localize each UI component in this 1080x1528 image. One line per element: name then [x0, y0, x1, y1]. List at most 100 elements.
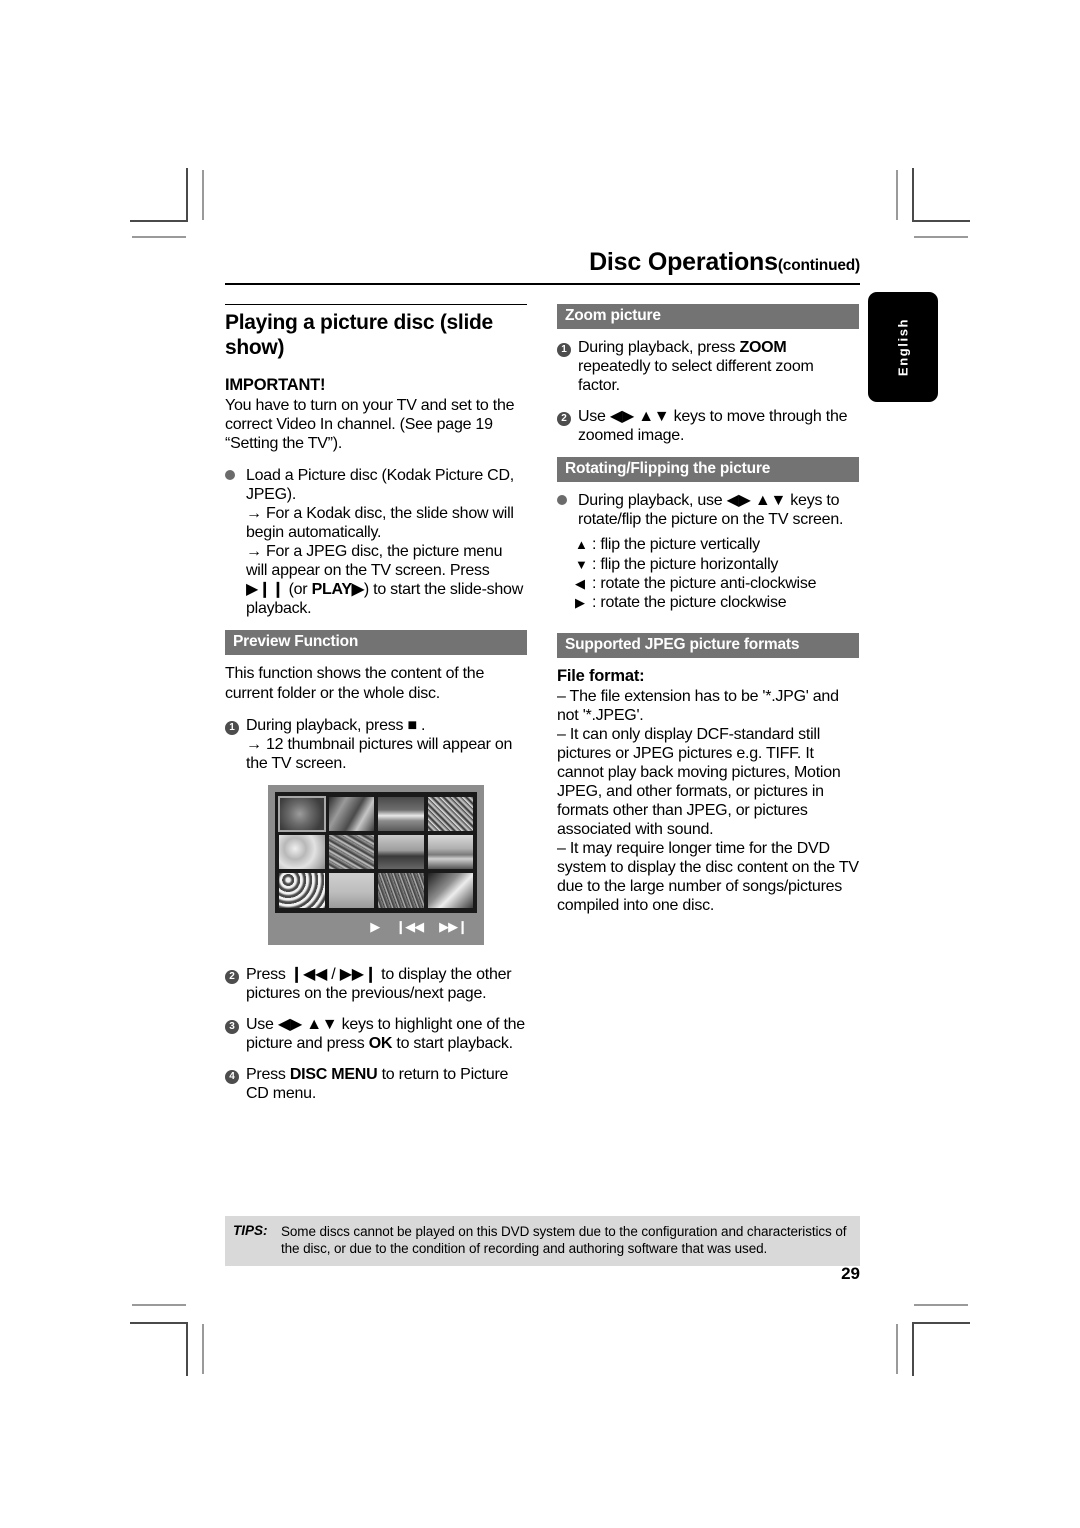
list-item-zoom-step-1: 1 During playback, press ZOOM repeatedly…	[557, 338, 859, 395]
preview-intro-text: This function shows the content of the c…	[225, 665, 485, 702]
previous-icon: ❙◀◀	[289, 965, 328, 983]
step-number-2: 2	[557, 407, 578, 445]
right-arrow-icon: ▶	[575, 595, 585, 611]
important-label: IMPORTANT!	[225, 376, 326, 395]
ok-key-label: OK	[368, 1034, 393, 1052]
list-item-rotate-bullet: During playback, use ◀▶ ▲▼ keys to rotat…	[557, 491, 859, 529]
section-heading-preview-function: Preview Function	[225, 630, 527, 656]
next-icon: ▶▶❙	[439, 918, 468, 934]
list-item-preview-step-1: 1 During playback, press ■ . → 12 thumbn…	[225, 716, 527, 773]
format-dash-item-3: – It may require longer time for the DVD…	[557, 839, 859, 914]
step3-c: to start playback.	[392, 1034, 513, 1052]
play-icon: ▶	[351, 581, 364, 599]
legend-row: ◀ : rotate the picture anti-clockwise	[575, 574, 859, 593]
thumbnail-item	[328, 873, 374, 908]
step-number-3: 3	[225, 1015, 246, 1053]
running-head: Disc Operations(continued)	[225, 250, 860, 283]
thumbnail-item	[278, 795, 326, 832]
preview-step1-sub: → 12 thumbnail pictures will appear on t…	[246, 735, 513, 772]
crop-mark-bottom-left	[130, 1300, 210, 1376]
legend-text: : rotate the picture clockwise	[592, 594, 787, 612]
next-icon: ▶▶❙	[339, 965, 378, 983]
step-number-1: 1	[557, 338, 578, 395]
thumbnail-menu-nav: ▶ ❙◀◀ ▶▶❙	[275, 913, 477, 941]
legend-text: : rotate the picture anti-clockwise	[592, 574, 817, 592]
step4-a: Press	[246, 1065, 290, 1083]
section-heading-rotating-flipping: Rotating/Flipping the picture	[557, 457, 859, 483]
thumbnail-item	[378, 873, 424, 908]
step2-mid: /	[327, 965, 340, 983]
zoom-step1-a: During playback, press	[578, 339, 740, 356]
crop-mark-top-right	[890, 168, 970, 238]
running-head-rule	[225, 283, 860, 285]
legend-row: ▲: flip the picture vertically	[575, 535, 859, 554]
crop-mark-bottom-right	[890, 1300, 970, 1376]
thumbnail-item	[328, 796, 374, 831]
rotate-bullet-a: During playback, use	[578, 492, 727, 510]
preview-step1-a: During playback, press	[246, 716, 408, 734]
section-heading-supported-jpeg-formats: Supported JPEG picture formats	[557, 632, 859, 658]
direction-keys-icon: ◀▶ ▲▼	[277, 1015, 338, 1033]
format-dash-item-1: – The file extension has to be '*.JPG' a…	[557, 687, 839, 724]
section-heading-zoom-picture: Zoom picture	[557, 304, 859, 329]
previous-icon: ❙◀◀	[395, 918, 424, 934]
section-title-rule	[225, 304, 527, 305]
step-number-2: 2	[225, 965, 246, 1003]
step-number-1: 1	[225, 716, 246, 773]
file-format-subheading: File format:	[557, 666, 645, 685]
list-item-preview-step-3: 3 Use ◀▶ ▲▼ keys to highlight one of the…	[225, 1015, 527, 1053]
load-disc-sub1: → For a Kodak disc, the slide show will …	[246, 505, 514, 542]
play-pause-icon: ▶❙❙	[246, 581, 285, 599]
format-dash-item-2: – It can only display DCF-standard still…	[557, 725, 841, 838]
list-item-load-disc: Load a Picture disc (Kodak Picture CD, J…	[225, 466, 527, 618]
thumbnail-item	[427, 834, 473, 870]
bullet-icon	[225, 466, 246, 618]
legend-text: : flip the picture vertically	[592, 536, 760, 554]
list-item-zoom-step-2: 2 Use ◀▶ ▲▼ keys to move through the zoo…	[557, 407, 859, 445]
thumbnail-item	[378, 834, 424, 870]
two-column-layout: Playing a picture disc (slide show) IMPO…	[225, 304, 860, 1115]
thumbnail-item	[378, 796, 424, 831]
bullet-icon	[557, 491, 578, 529]
legend-row: ▶ : rotate the picture clockwise	[575, 593, 859, 612]
thumbnail-item	[279, 873, 325, 908]
thumbnail-item	[427, 873, 473, 908]
language-tab-label: English	[895, 317, 911, 377]
zoom-step2-a: Use	[578, 408, 610, 426]
zoom-key-label: ZOOM	[739, 339, 787, 356]
stop-icon: ■	[407, 716, 417, 734]
thumbnail-item	[279, 834, 325, 870]
list-item-preview-step-2: 2 Press ❙◀◀ / ▶▶❙ to display the other p…	[225, 965, 527, 1003]
running-head-continued: (continued)	[777, 257, 860, 274]
preview-step1-b: .	[416, 716, 426, 734]
direction-keys-icon: ◀▶ ▲▼	[609, 408, 670, 426]
language-tab-english: English	[868, 292, 938, 402]
up-arrow-icon: ▲	[575, 537, 588, 553]
tips-label: TIPS:	[233, 1223, 268, 1238]
list-item-preview-step-4: 4 Press DISC MENU to return to Picture C…	[225, 1065, 527, 1103]
play-key-label: PLAY	[311, 581, 352, 599]
tips-text: Some discs cannot be played on this DVD …	[281, 1224, 847, 1257]
legend-row: ▼: flip the picture horizontally	[575, 555, 859, 574]
step2-a: Press	[246, 965, 290, 983]
legend-text: : flip the picture horizontally	[592, 555, 779, 573]
page-title: Playing a picture disc (slide show)	[225, 311, 493, 359]
left-column: Playing a picture disc (slide show) IMPO…	[225, 304, 527, 1115]
rotate-key-legend: ▲: flip the picture vertically ▼: flip t…	[575, 535, 859, 612]
right-column: Zoom picture 1 During playback, press ZO…	[557, 304, 859, 1115]
load-disc-sub2-b: (or	[284, 581, 312, 599]
page-content: Disc Operations(continued) Playing a pic…	[225, 250, 860, 1310]
play-icon: ▶	[370, 918, 380, 934]
load-disc-sub2-a: → For a JPEG disc, the picture menu will…	[246, 543, 503, 580]
down-arrow-icon: ▼	[575, 556, 588, 572]
important-text: You have to turn on your TV and set to t…	[225, 397, 515, 453]
step3-a: Use	[246, 1015, 278, 1033]
running-head-title: Disc Operations	[589, 248, 778, 276]
thumbnail-item	[427, 796, 473, 831]
disc-menu-key-label: DISC MENU	[289, 1065, 378, 1083]
tips-footer: TIPS: Some discs cannot be played on thi…	[225, 1216, 860, 1266]
thumbnail-grid	[275, 791, 477, 913]
left-arrow-icon: ◀	[575, 575, 585, 591]
load-disc-text: Load a Picture disc (Kodak Picture CD, J…	[246, 467, 514, 504]
step-number-4: 4	[225, 1065, 246, 1103]
